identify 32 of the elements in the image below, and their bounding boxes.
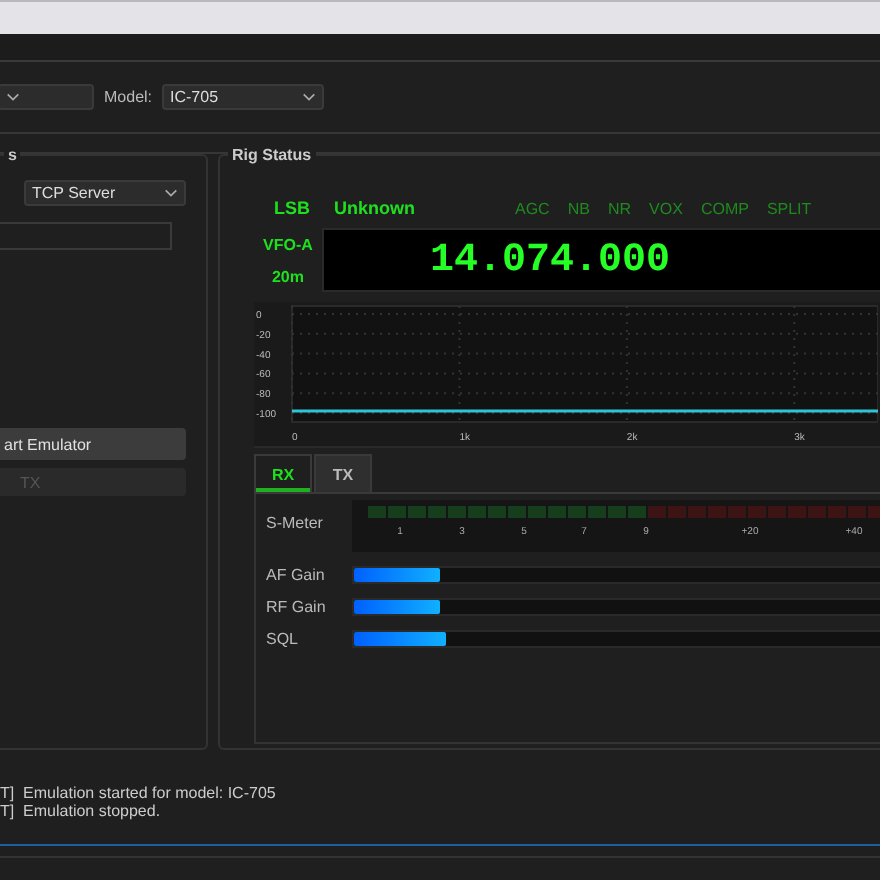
indicator-label: SPLIT xyxy=(766,199,812,217)
input-field[interactable] xyxy=(0,222,172,250)
tab[interactable]: TX xyxy=(314,454,372,492)
group-title: s xyxy=(4,146,21,164)
caret-icon xyxy=(6,92,20,102)
model-dropdown[interactable]: IC-705 xyxy=(162,84,325,110)
log-line: T] Emulation started for model: IC-705 xyxy=(0,784,278,802)
slider-label: AF Gain xyxy=(266,566,327,584)
model-label: Model: xyxy=(104,88,153,106)
slider-label: RF Gain xyxy=(266,598,328,616)
mode-label: LSB xyxy=(274,198,310,218)
indicator-label: AGC xyxy=(515,199,550,217)
slider[interactable] xyxy=(352,566,880,584)
connection-dropdown[interactable]: TCP Server xyxy=(24,180,186,206)
caret-icon xyxy=(302,92,317,102)
s-meter-label: S-Meter xyxy=(266,514,325,532)
band-label: 20m xyxy=(271,267,304,285)
slider[interactable] xyxy=(352,598,880,616)
caret-icon xyxy=(164,188,178,198)
status-label: Unknown xyxy=(334,198,415,218)
indicator-label: COMP xyxy=(700,199,749,217)
start-emulator-button[interactable]: art Emulator xyxy=(0,428,186,460)
indicator-label: VOX xyxy=(649,199,683,217)
indicator-label: NR xyxy=(607,199,632,217)
frequency-display: 14.074.000 xyxy=(322,228,880,292)
slider-label: SQL xyxy=(266,630,301,648)
log-line: T] Emulation stopped. xyxy=(0,802,163,820)
indicator-label: NB xyxy=(567,199,590,217)
tab[interactable]: RX xyxy=(254,454,312,492)
vfo-label: VFO-A xyxy=(263,235,313,253)
group-title: Rig Status xyxy=(228,146,316,164)
slider[interactable] xyxy=(352,630,880,648)
